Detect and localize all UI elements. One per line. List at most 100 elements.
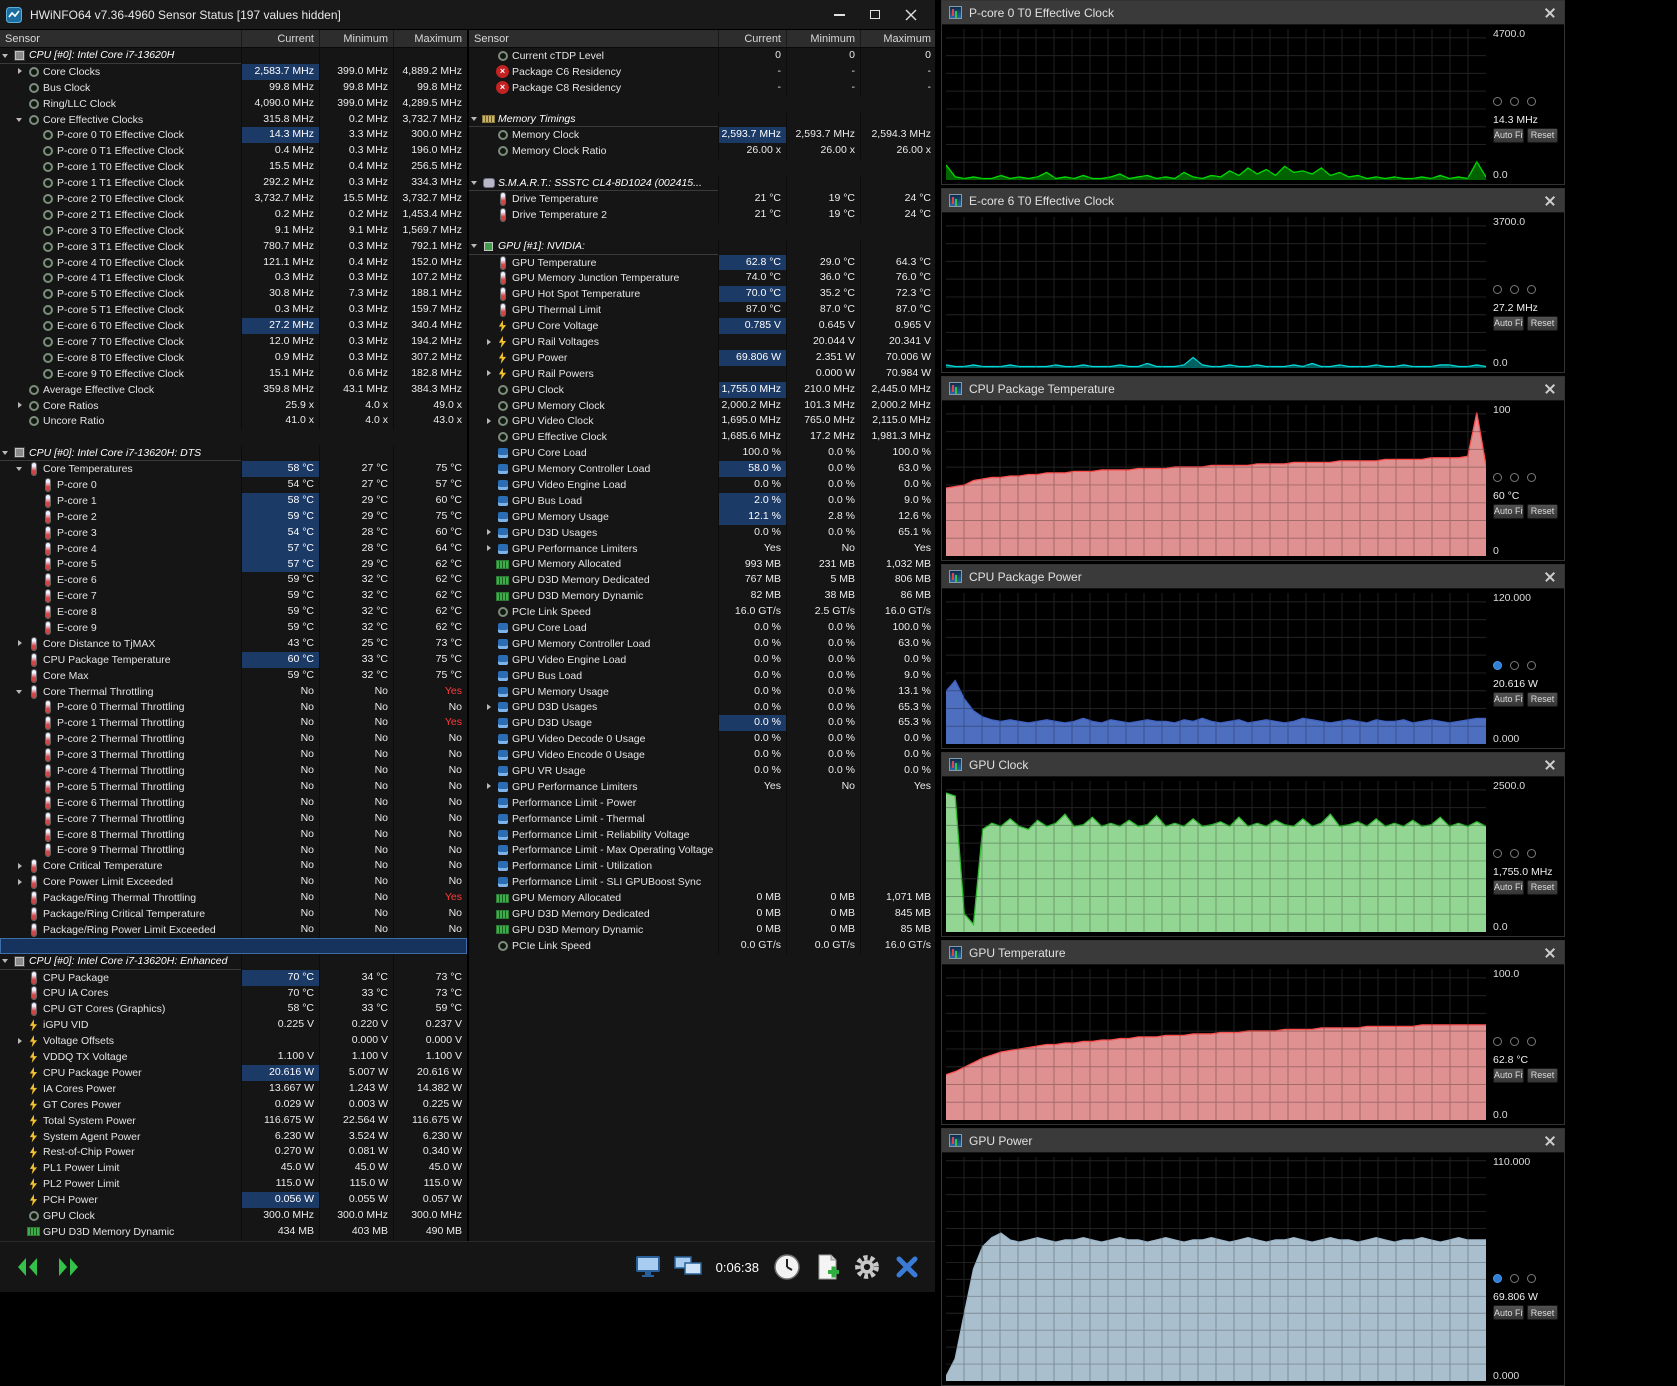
sensor-row[interactable]: GT Cores Power 0.029 W 0.003 W 0.225 W xyxy=(0,1096,467,1113)
collapse-arrow-icon[interactable] xyxy=(469,112,482,127)
expand-arrow-icon[interactable] xyxy=(483,525,496,541)
graph-plot[interactable] xyxy=(946,29,1486,180)
sensor-row[interactable]: GPU Core Load 0.0 % 0.0 % 100.0 % xyxy=(469,620,935,636)
sensor-row[interactable]: GPU Bus Load 2.0 % 0.0 % 9.0 % xyxy=(469,492,935,509)
sensor-row[interactable]: GPU Memory Junction Temperature 74.0 °C 36… xyxy=(469,270,935,287)
sensor-row[interactable]: GPU D3D Memory Dedicated 767 MB 5 MB 806 MB xyxy=(469,572,935,589)
graph-plot[interactable] xyxy=(946,781,1486,932)
reset-button[interactable]: Reset xyxy=(1527,1305,1558,1321)
graph-close-icon[interactable] xyxy=(1543,6,1557,20)
sensor-row[interactable]: GPU Performance Limiters Yes No Yes xyxy=(469,778,935,795)
collapse-arrow-icon[interactable] xyxy=(0,48,13,63)
sensor-row[interactable]: PCIe Link Speed 0.0 GT/s 0.0 GT/s 16.0 GT/s xyxy=(469,937,935,954)
sensor-row[interactable]: Memory Clock 2,593.7 MHz 2,593.7 MHz 2,594.… xyxy=(469,127,935,144)
auto-fit-button[interactable]: Auto Fit xyxy=(1493,879,1524,895)
sensor-row[interactable]: PCH Power 0.056 W 0.055 W 0.057 W xyxy=(0,1192,467,1209)
reset-button[interactable]: Reset xyxy=(1527,315,1558,331)
sensor-row[interactable]: GPU D3D Memory Dynamic 434 MB 403 MB 490 MB xyxy=(0,1223,467,1240)
sensor-row[interactable]: GPU Rail Powers 0.000 W 70.984 W xyxy=(469,365,935,382)
sensor-row[interactable]: GPU D3D Usages 0.0 % 0.0 % 65.3 % xyxy=(469,699,935,716)
sensor-row[interactable]: GPU Effective Clock 1,685.6 MHz 17.2 MHz 1,… xyxy=(469,429,935,446)
graph-close-icon[interactable] xyxy=(1543,194,1557,208)
close-button[interactable] xyxy=(893,2,929,28)
sensor-row[interactable]: Ring/LLC Clock 4,090.0 MHz 399.0 MHz 4,289.… xyxy=(0,95,467,112)
multi-monitor-button[interactable] xyxy=(668,1249,708,1285)
collapse-arrow-icon[interactable] xyxy=(14,461,27,477)
sensor-row[interactable]: E-core 9 T0 Effective Clock 15.1 MHz 0.6 M… xyxy=(0,365,467,382)
sensor-row[interactable]: P-core 5 Thermal Throttling No No No xyxy=(0,778,467,795)
collapse-arrow-icon[interactable] xyxy=(469,239,482,254)
sensor-row[interactable]: Total System Power 116.675 W 22.564 W 116.6… xyxy=(0,1112,467,1129)
sensor-row[interactable]: GPU Clock 300.0 MHz 300.0 MHz 300.0 MHz xyxy=(0,1208,467,1224)
sensor-row[interactable]: GPU Memory Allocated 993 MB 231 MB 1,032 MB xyxy=(469,556,935,573)
sensor-row[interactable]: Memory Clock Ratio 26.00 x 26.00 x 26.00 x xyxy=(469,143,935,160)
sensor-row[interactable]: E-core 8 T0 Effective Clock 0.9 MHz 0.3 MH… xyxy=(0,349,467,366)
sensor-row[interactable]: E-core 6 59 °C 32 °C 62 °C xyxy=(0,572,467,589)
exit-button[interactable] xyxy=(887,1249,927,1285)
sensor-row[interactable]: Package/Ring Thermal Throttling No No Yes xyxy=(0,890,467,907)
graph-plot[interactable] xyxy=(946,593,1486,744)
expand-arrow-icon[interactable] xyxy=(483,334,496,350)
sensor-row[interactable]: E-core 9 Thermal Throttling No No No xyxy=(0,842,467,859)
collapse-arrow-icon[interactable] xyxy=(0,445,13,460)
sensor-row[interactable]: Core Temperatures 58 °C 27 °C 75 °C xyxy=(0,461,467,478)
sensor-row[interactable]: Rest-of-Chip Power 0.270 W 0.081 W 0.340 W xyxy=(0,1144,467,1161)
sensor-row[interactable]: GPU D3D Memory Dynamic 0 MB 0 MB 85 MB xyxy=(469,921,935,938)
sensor-row[interactable]: E-core 7 T0 Effective Clock 12.0 MHz 0.3 M… xyxy=(0,334,467,350)
sensor-row[interactable]: P-core 2 Thermal Throttling No No No xyxy=(0,731,467,748)
sensor-row[interactable]: GPU Core Load 100.0 % 0.0 % 100.0 % xyxy=(469,445,935,462)
scale-radio[interactable] xyxy=(1493,284,1502,294)
sensor-row[interactable]: CPU IA Cores 70 °C 33 °C 73 °C xyxy=(0,985,467,1002)
sensor-row[interactable]: E-core 7 59 °C 32 °C 62 °C xyxy=(0,588,467,605)
sensor-row[interactable]: GPU D3D Usage 0.0 % 0.0 % 65.3 % xyxy=(469,715,935,732)
settings-button[interactable] xyxy=(847,1249,887,1285)
sensor-row[interactable]: iGPU VID 0.225 V 0.220 V 0.237 V xyxy=(0,1017,467,1034)
graph-plot[interactable] xyxy=(946,1157,1486,1381)
scale-radio[interactable] xyxy=(1527,1036,1536,1046)
sensor-row[interactable]: P-core 1 T1 Effective Clock 292.2 MHz 0.3 … xyxy=(0,175,467,192)
reset-button[interactable]: Reset xyxy=(1527,127,1558,143)
sensor-row[interactable]: Core Distance to TjMAX 43 °C 25 °C 73 °C xyxy=(0,635,467,652)
reset-button[interactable]: Reset xyxy=(1527,691,1558,707)
sensor-row[interactable]: Package C6 Residency--- xyxy=(469,63,935,80)
scale-radio[interactable] xyxy=(1510,1274,1519,1284)
column-header-minimum[interactable]: Minimum xyxy=(786,30,860,47)
sensor-row[interactable]: GPU D3D Usages 0.0 % 0.0 % 65.1 % xyxy=(469,524,935,541)
expand-arrow-icon[interactable] xyxy=(483,366,496,382)
graph-titlebar[interactable]: P-core 0 T0 Effective Clock xyxy=(942,1,1564,25)
move-right-button[interactable] xyxy=(48,1249,88,1285)
sensor-row[interactable]: CPU GT Cores (Graphics) 58 °C 33 °C 59 °C xyxy=(0,1001,467,1018)
sensor-row[interactable]: Package C8 Residency--- xyxy=(469,79,935,96)
sensor-row[interactable]: Core Ratios 25.9 x 4.0 x 49.0 x xyxy=(0,397,467,414)
sensor-row[interactable]: Core Clocks 2,583.7 MHz 399.0 MHz 4,889.2 M… xyxy=(0,63,467,80)
section-row[interactable]: GPU [#1]: NVIDIA: xyxy=(469,238,935,255)
sensor-row[interactable]: GPU Video Clock 1,695.0 MHz 765.0 MHz 2,115… xyxy=(469,413,935,430)
sensor-row[interactable]: Performance Limit - Max Operating Voltag… xyxy=(469,842,935,859)
scale-radio[interactable] xyxy=(1493,96,1502,106)
sensor-row[interactable]: Core Thermal Throttling No No Yes xyxy=(0,683,467,700)
reset-button[interactable]: Reset xyxy=(1527,1067,1558,1083)
section-row[interactable]: Memory Timings xyxy=(469,111,935,128)
sensor-row[interactable]: System Agent Power 6.230 W 3.524 W 6.230 W xyxy=(0,1128,467,1145)
sensor-row[interactable]: P-core 4 Thermal Throttling No No No xyxy=(0,763,467,779)
scale-radio[interactable] xyxy=(1493,1036,1502,1046)
sensor-row[interactable]: Core Power Limit Exceeded No No No xyxy=(0,874,467,891)
sensor-row[interactable]: P-core 1 Thermal Throttling No No Yes xyxy=(0,715,467,732)
column-header-minimum[interactable]: Minimum xyxy=(319,30,393,47)
expand-arrow-icon[interactable] xyxy=(483,541,496,557)
graph-titlebar[interactable]: CPU Package Temperature xyxy=(942,377,1564,401)
collapse-arrow-icon[interactable] xyxy=(14,684,27,700)
sensor-row[interactable]: IA Cores Power 13.667 W 1.243 W 14.382 W xyxy=(0,1080,467,1097)
scale-radio[interactable] xyxy=(1493,660,1502,670)
sensor-row[interactable]: P-core 0 T1 Effective Clock 0.4 MHz 0.3 MH… xyxy=(0,143,467,160)
sensor-row[interactable]: E-core 8 Thermal Throttling No No No xyxy=(0,826,467,843)
sensor-row[interactable]: P-core 1 T0 Effective Clock 15.5 MHz 0.4 M… xyxy=(0,159,467,176)
sensor-row[interactable]: GPU VR Usage 0.0 % 0.0 % 0.0 % xyxy=(469,763,935,779)
sensor-row[interactable]: Core Max 59 °C 32 °C 75 °C xyxy=(0,667,467,684)
sensor-row[interactable]: CPU Package 70 °C 34 °C 73 °C xyxy=(0,969,467,986)
sensor-row[interactable]: GPU Rail Voltages 20.044 V 20.341 V xyxy=(469,334,935,350)
scale-radio[interactable] xyxy=(1510,284,1519,294)
sensor-row[interactable]: P-core 3 Thermal Throttling No No No xyxy=(0,747,467,764)
scale-radio[interactable] xyxy=(1527,472,1536,482)
sensor-row[interactable]: Drive Temperature 2 21 °C 19 °C 24 °C xyxy=(469,206,935,223)
